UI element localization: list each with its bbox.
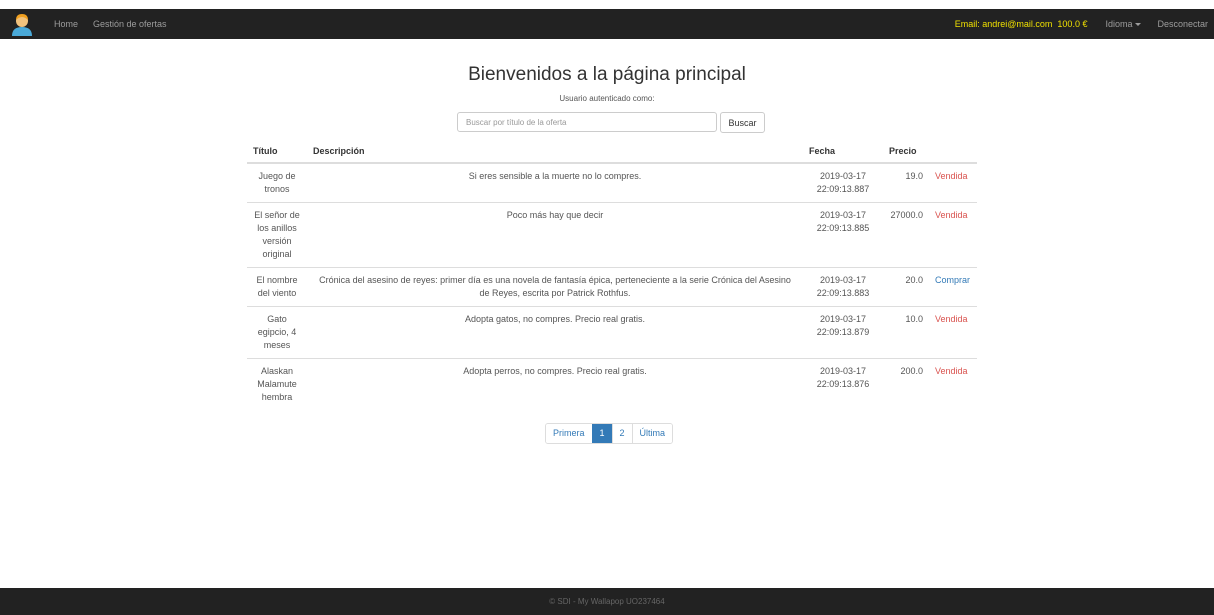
table-row: Alaskan Malamute hembra Adopta perros, n… [247,358,977,410]
offer-title: Alaskan Malamute hembra [247,358,307,410]
table-row: Gato egipcio, 4 meses Adopta gatos, no c… [247,306,977,359]
language-dropdown-label: Idioma [1105,19,1133,29]
user-balance: 100.0 € [1057,19,1088,29]
search-input[interactable] [457,112,717,132]
offer-date: 2019-03-17 22:09:13.876 [803,358,883,410]
footer: © SDI - My Wallapop UO237464 [0,588,1214,615]
table-row: El señor de los anillos versión original… [247,202,977,268]
nav-offers-management-link[interactable]: Gestión de ofertas [93,19,167,29]
sold-link[interactable]: Vendida [935,314,968,324]
offer-date: 2019-03-17 22:09:13.879 [803,306,883,359]
sold-link[interactable]: Vendida [935,366,968,376]
offer-description: Crónica del asesino de reyes: primer día… [307,267,803,307]
column-header-description: Descripción [307,142,803,164]
pagination-page-2[interactable]: 2 [611,424,632,443]
sold-link[interactable]: Vendida [935,210,968,220]
pagination-page-1[interactable]: 1 [591,424,612,443]
offer-date: 2019-03-17 22:09:13.885 [803,202,883,268]
table-header-row: Título Descripción Fecha Precio [247,142,977,164]
offer-price: 27000.0 [883,202,929,268]
column-header-title: Título [247,142,307,164]
pagination: Primera 1 2 Última [545,423,674,444]
authenticated-user-label: Usuario autenticado como: [559,94,655,103]
column-header-action [929,142,977,164]
language-dropdown[interactable]: Idioma [1105,19,1142,29]
offer-description: Adopta gatos, no compres. Precio real gr… [307,306,803,359]
navbar-left: Home Gestión de ofertas [0,9,170,39]
pagination-first[interactable]: Primera [546,424,592,443]
user-email: Email: andrei@mail.com [954,19,1053,29]
search-button[interactable]: Buscar [720,112,765,133]
offer-title: El señor de los anillos versión original [247,202,307,268]
offer-date: 2019-03-17 22:09:13.887 [816,171,870,194]
logout-link[interactable]: Desconectar [1157,19,1208,29]
page-title: Bienvenidos a la página principal [468,64,746,85]
sold-link[interactable]: Vendida [935,171,968,181]
buy-link[interactable]: Comprar [935,275,970,285]
caret-down-icon [1135,23,1142,27]
offer-title: Juego de tronos [258,171,296,194]
pagination-last[interactable]: Última [631,424,673,443]
navbar: Home Gestión de ofertas Email: andrei@ma… [0,9,1214,39]
offer-price: 19.0 [905,171,923,181]
offer-description: Poco más hay que decir [307,202,803,268]
column-header-price: Precio [883,142,929,164]
table-row: El nombre del viento Crónica del asesino… [247,267,977,307]
offer-price: 20.0 [883,267,929,307]
offer-price: 200.0 [883,358,929,410]
nav-home-link[interactable]: Home [54,19,78,29]
navbar-right: Email: andrei@mail.com 100.0 € Idioma De… [955,9,1214,39]
offers-table: Título Descripción Fecha Precio Juego de… [247,142,977,410]
offer-description: Si eres sensible a la muerte no lo compr… [468,171,642,181]
user-avatar-icon[interactable] [10,12,34,36]
table-row: Juego de tronos Si eres sensible a la mu… [247,163,977,203]
offer-date: 2019-03-17 22:09:13.883 [803,267,883,307]
column-header-date: Fecha [803,142,883,164]
offer-title: Gato egipcio, 4 meses [247,306,307,359]
offer-description: Adopta perros, no compres. Precio real g… [307,358,803,410]
offer-title: El nombre del viento [247,267,307,307]
offer-price: 10.0 [883,306,929,359]
